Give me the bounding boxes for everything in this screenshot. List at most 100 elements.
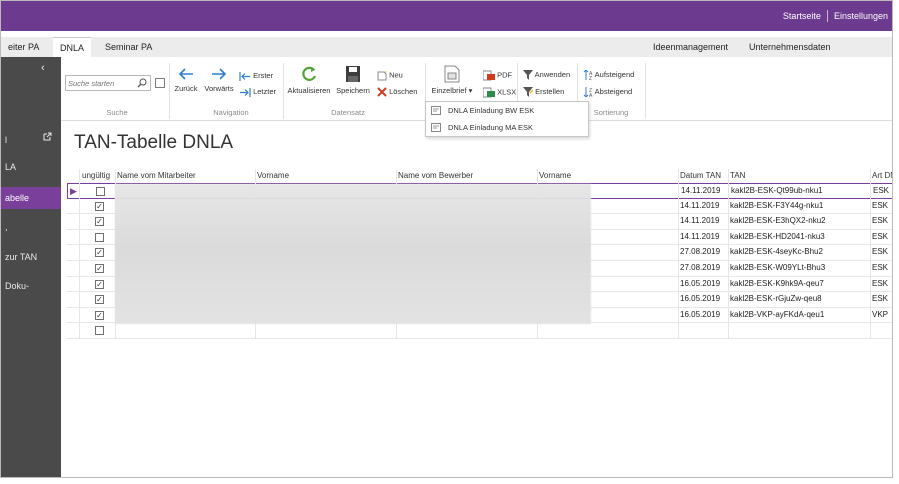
pdf-label: PDF xyxy=(497,70,513,80)
page-title: TAN-Tabelle DNLA xyxy=(74,132,234,153)
column-header-ungueltig[interactable]: ungültig xyxy=(82,171,110,180)
sidebar-item-doku[interactable]: Doku- xyxy=(1,275,61,297)
group-label-navigation: Navigation xyxy=(213,108,249,117)
save-label: Speichern xyxy=(336,86,370,95)
tab-seminar-pa[interactable]: Seminar PA xyxy=(98,37,159,57)
dropdown-item-ma-esk[interactable]: DNLA Einladung MA ESK xyxy=(426,119,588,136)
filter-icon xyxy=(523,70,533,81)
arrow-right-icon xyxy=(212,68,227,80)
top-link-separator xyxy=(826,10,828,22)
refresh-label: Aktualisieren xyxy=(287,86,331,95)
table-row[interactable] xyxy=(67,323,892,339)
sort-ascending-button[interactable]: AZ Aufsteigend xyxy=(583,69,635,82)
cell-tan: kakl2B-ESK-rGjuZw-qeu8 xyxy=(730,294,822,304)
tab-ideenmanagement[interactable]: Ideenmanagement xyxy=(646,37,735,57)
column-divider xyxy=(678,169,679,339)
dropdown-item-label: DNLA Einladung BW ESK xyxy=(448,106,535,115)
invalid-checkbox[interactable] xyxy=(95,232,104,242)
cell-datum-tan: 27.08.2019 xyxy=(680,263,721,272)
invalid-checkbox[interactable]: ✓ xyxy=(95,295,104,305)
external-link-icon[interactable] xyxy=(43,132,52,143)
group-divider xyxy=(169,63,170,119)
tab-dnla[interactable]: DNLA xyxy=(53,37,92,57)
search-icon[interactable] xyxy=(137,78,147,88)
refresh-icon xyxy=(302,66,317,81)
row-selector-icon: ▶ xyxy=(70,186,77,196)
last-record-button[interactable]: Letzter xyxy=(239,87,276,97)
invalid-checkbox[interactable] xyxy=(96,187,105,196)
sort-descending-button[interactable]: ZA Absteigend xyxy=(583,87,632,99)
single-letter-dropdown-menu: DNLA Einladung BW ESK DNLA Einladung MA … xyxy=(425,101,589,137)
delete-button[interactable]: Löschen xyxy=(377,87,417,97)
column-divider xyxy=(79,169,80,339)
cell-datum-tan: 16.05.2019 xyxy=(680,309,721,319)
sidebar-item-1[interactable]: l xyxy=(1,129,61,151)
column-divider xyxy=(870,169,871,339)
column-header-name-mitarbeiter[interactable]: Name vom Mitarbeiter xyxy=(117,171,196,180)
xlsx-button[interactable]: XLSX xyxy=(482,87,516,98)
dropdown-item-bw-esk[interactable]: DNLA Einladung BW ESK xyxy=(426,102,588,119)
cell-tan: kakl2B-ESK-W09YLt-Bhu3 xyxy=(730,263,826,272)
invalid-checkbox[interactable] xyxy=(95,326,104,336)
forward-button[interactable]: Vorwärts xyxy=(201,67,237,93)
pdf-button[interactable]: PDF xyxy=(482,70,513,81)
invalid-checkbox[interactable]: ✓ xyxy=(95,264,104,273)
refresh-button[interactable]: Aktualisieren xyxy=(285,65,333,95)
save-button[interactable]: Speichern xyxy=(335,65,371,95)
cell-art-dnla: ESK xyxy=(872,216,889,226)
single-letter-dropdown-button[interactable]: Einzelbrief ▾ xyxy=(427,65,477,95)
cell-art-dnla: ESK xyxy=(872,231,889,241)
sidebar-item-tan-tabelle[interactable]: abelle xyxy=(1,187,61,209)
cell-datum-tan: 14.11.2019 xyxy=(681,186,721,195)
column-header-datum-tan[interactable]: Datum TAN xyxy=(680,171,721,180)
sort-descending-icon: ZA xyxy=(583,87,593,99)
cell-art-dnla: ESK xyxy=(872,247,889,257)
cell-art-dnla: ESK xyxy=(873,186,890,195)
column-header-tan[interactable]: TAN xyxy=(730,171,745,180)
home-link[interactable]: Startseite xyxy=(783,11,821,21)
new-label: Neu xyxy=(389,70,403,80)
group-label-datensatz: Datensatz xyxy=(331,108,365,117)
chevron-down-icon: ▾ xyxy=(466,86,473,95)
invalid-checkbox[interactable]: ✓ xyxy=(95,217,104,227)
last-label: Letzter xyxy=(253,87,277,96)
xlsx-icon xyxy=(482,87,495,98)
search-input[interactable] xyxy=(66,76,132,90)
column-header-vorname-mitarbeiter[interactable]: Vorname xyxy=(257,171,289,180)
sidebar-item-2[interactable]: LA xyxy=(1,156,61,178)
filter-edit-icon xyxy=(523,87,534,98)
sidebar-item-zur-tan[interactable]: zur TAN xyxy=(1,246,61,268)
single-letter-label: Einzelbrief xyxy=(431,86,467,95)
search-option-checkbox[interactable] xyxy=(155,78,165,88)
invalid-checkbox[interactable]: ✓ xyxy=(95,201,104,211)
forward-label: Vorwärts xyxy=(204,84,234,93)
cell-datum-tan: 14.11.2019 xyxy=(680,231,720,241)
invalid-checkbox[interactable]: ✓ xyxy=(95,310,104,320)
column-header-vorname-bewerber[interactable]: Vorname xyxy=(539,171,571,180)
last-icon xyxy=(240,87,251,97)
invalid-checkbox[interactable]: ✓ xyxy=(95,279,104,289)
column-header-art-dnla[interactable]: Art DN xyxy=(872,171,892,180)
new-button[interactable]: Neu xyxy=(377,70,403,81)
pdf-icon xyxy=(482,70,495,81)
apply-filter-button[interactable]: Anwenden xyxy=(523,70,570,81)
cell-art-dnla: VKP xyxy=(872,309,889,319)
collapse-sidebar-button[interactable]: ‹ xyxy=(41,62,45,74)
invalid-checkbox[interactable]: ✓ xyxy=(95,248,104,258)
group-label-sortierung: Sortierung xyxy=(593,108,629,117)
ascending-label: Aufsteigend xyxy=(594,70,635,79)
back-button[interactable]: Zurück xyxy=(171,67,201,93)
letter-icon xyxy=(431,106,441,115)
tab-unternehmensdaten[interactable]: Unternehmensdaten xyxy=(742,37,838,57)
tab-mitarbeiter-pa[interactable]: eiter PA xyxy=(1,37,46,57)
settings-link[interactable]: Einstellungen xyxy=(834,11,888,21)
create-filter-button[interactable]: Erstellen xyxy=(523,87,565,98)
create-label: Erstellen xyxy=(535,87,565,96)
delete-icon xyxy=(377,87,387,97)
column-header-name-bewerber[interactable]: Name vom Bewerber xyxy=(398,171,473,180)
first-record-button[interactable]: Erster xyxy=(239,71,273,81)
cell-tan: kakl2B-ESK-E3hQX2-nku2 xyxy=(730,216,826,226)
cell-datum-tan: 14.11.2019 xyxy=(680,216,720,226)
first-icon xyxy=(239,71,250,81)
sidebar-item-4[interactable]: , xyxy=(1,216,61,238)
